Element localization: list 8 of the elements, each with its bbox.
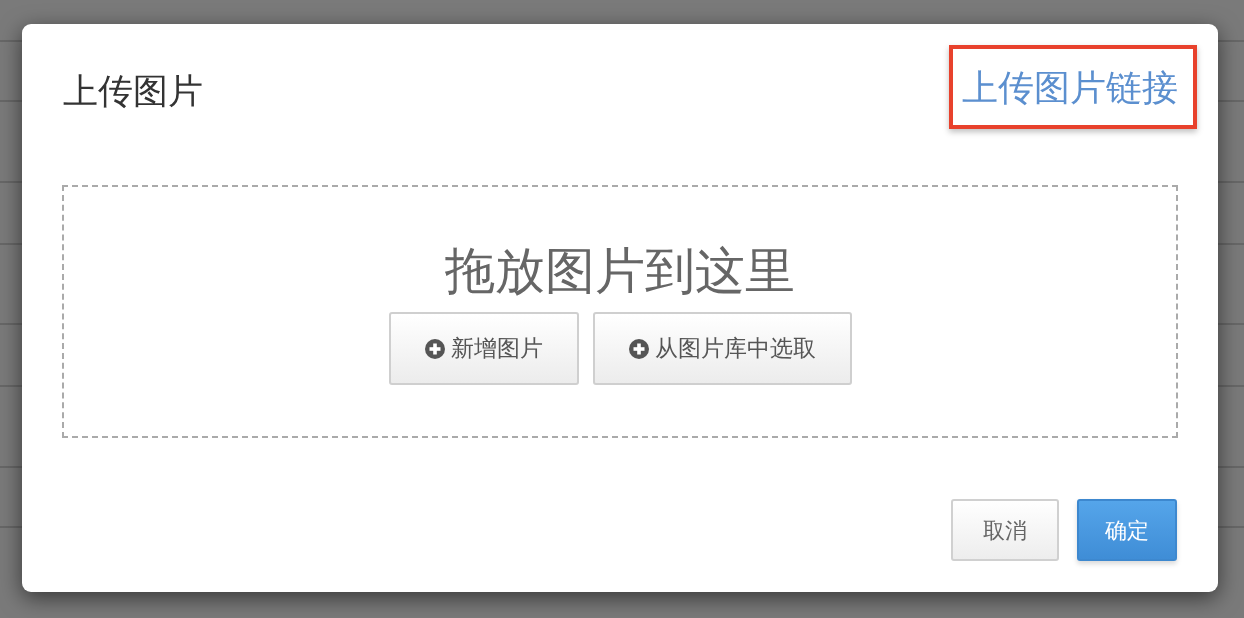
drop-prompt: 拖放图片到这里 [445, 241, 795, 301]
dialog-title: 上传图片 [63, 70, 203, 112]
add-image-button[interactable]: 新增图片 [388, 312, 579, 385]
plus-circle-icon [628, 338, 649, 359]
plus-circle-icon [424, 338, 445, 359]
drop-zone[interactable]: 拖放图片到这里 新增图片 从图片库中选取 [62, 185, 1178, 438]
cancel-button[interactable]: 取消 [951, 499, 1059, 561]
library-select-button[interactable]: 从图片库中选取 [592, 312, 852, 385]
